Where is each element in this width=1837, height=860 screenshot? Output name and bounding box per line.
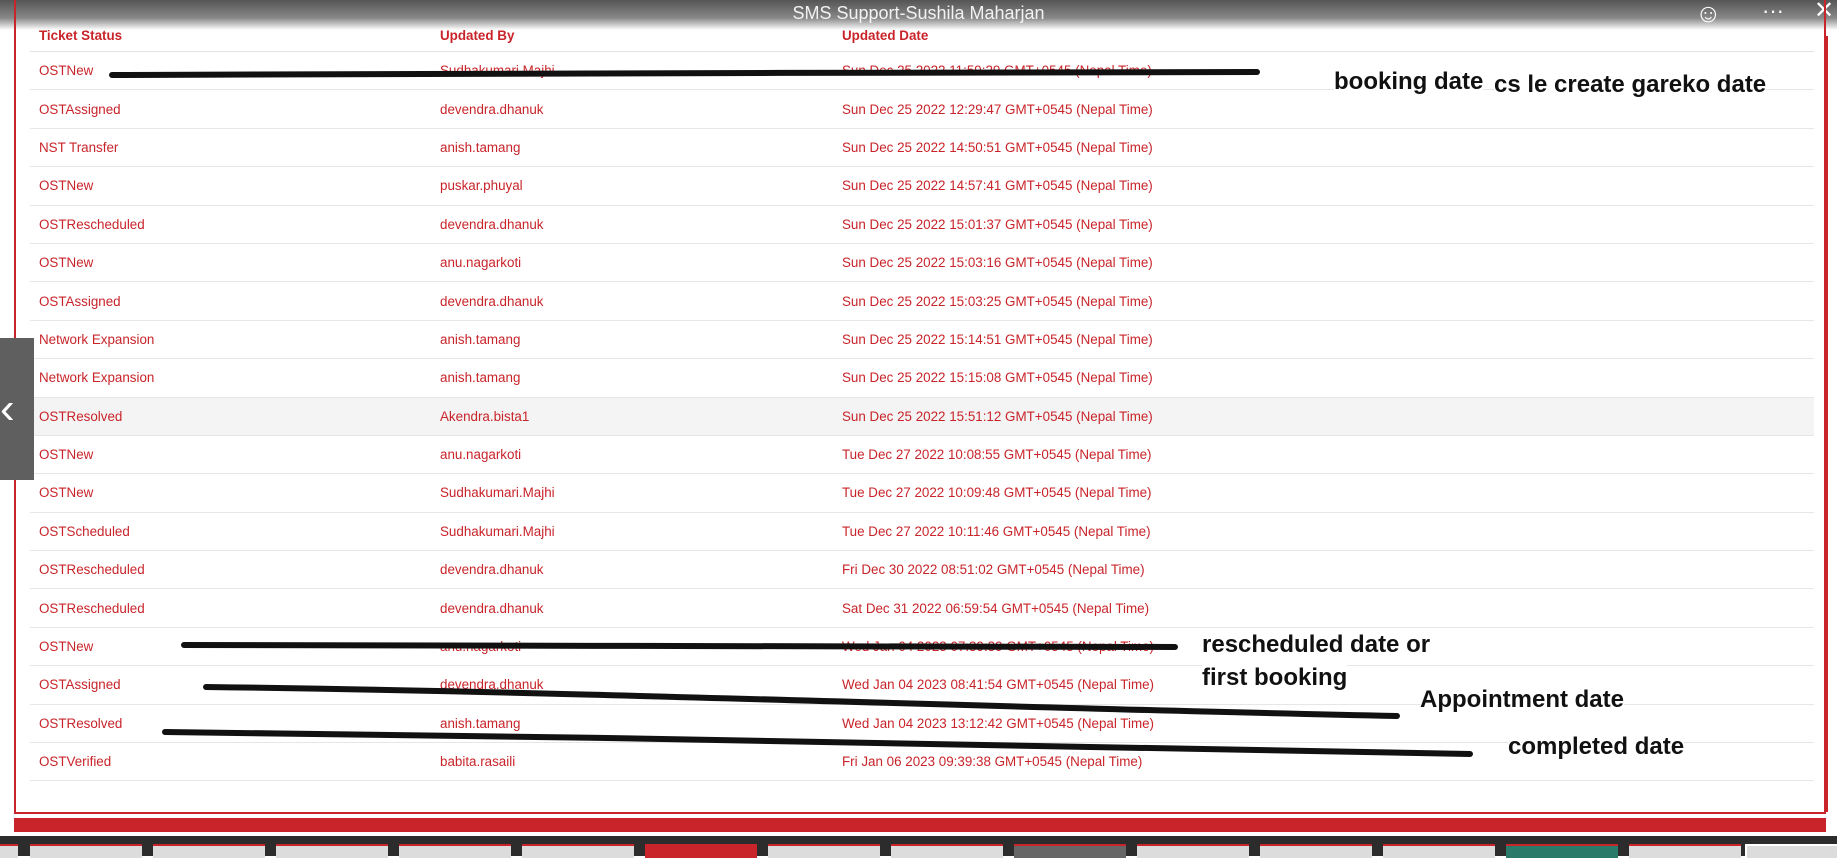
thumbnail-current[interactable] bbox=[1745, 844, 1837, 860]
chevron-left-icon: ‹ bbox=[0, 384, 15, 433]
annotation-booking-date: booking date bbox=[1334, 68, 1484, 96]
annotation-rescheduled-date: rescheduled date or bbox=[1202, 631, 1431, 659]
annotation-first-booking: first booking bbox=[1202, 664, 1348, 692]
strike-line bbox=[181, 642, 1178, 650]
strike-line bbox=[109, 69, 1260, 78]
annotation-cs-create-date: cs le create gareko date bbox=[1494, 71, 1767, 99]
strike-line bbox=[162, 729, 1473, 757]
annotation-appointment-date: Appointment date bbox=[1420, 686, 1624, 714]
previous-image-button[interactable]: ‹ bbox=[0, 338, 34, 480]
annotation-completed-date: completed date bbox=[1508, 733, 1685, 761]
viewer-bottom-bar bbox=[14, 818, 1826, 832]
thumbnail-strip bbox=[0, 836, 1837, 860]
annotation-strokes bbox=[109, 69, 1473, 757]
